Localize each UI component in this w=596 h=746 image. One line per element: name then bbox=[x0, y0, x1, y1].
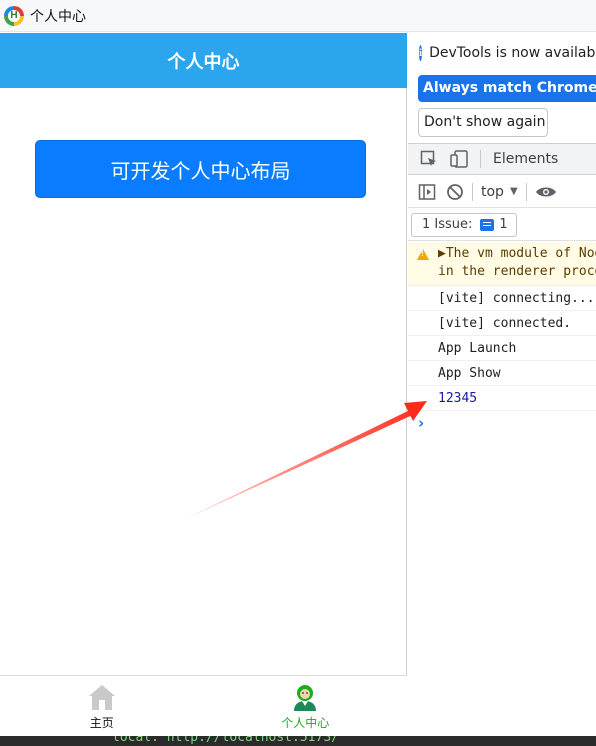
console-log-row: [vite] connecting... bbox=[408, 286, 596, 311]
tab-bar: 主页 个人中心 bbox=[0, 675, 407, 736]
devtools-tab-strip: Elements bbox=[408, 143, 596, 175]
console-log-row: [vite] connected. bbox=[408, 311, 596, 336]
console-log-row: App Launch bbox=[408, 336, 596, 361]
info-icon: i bbox=[419, 45, 423, 61]
tab-elements[interactable]: Elements bbox=[493, 151, 558, 167]
tab-home-label: 主页 bbox=[89, 716, 114, 730]
warning-line-2: in the renderer process bbox=[438, 264, 596, 279]
tab-profile-label: 个人中心 bbox=[281, 716, 330, 730]
console-log-number: 12345 bbox=[408, 386, 596, 411]
tab-separator bbox=[480, 150, 481, 168]
phone-simulator: 个人中心 可开发个人中心布局 主页 个人中心 bbox=[0, 33, 407, 736]
context-selector[interactable]: top ▼ bbox=[481, 184, 518, 200]
device-toolbar-icon[interactable] bbox=[450, 150, 468, 168]
expand-triangle-icon[interactable]: ▶ bbox=[438, 246, 446, 261]
context-value: top bbox=[481, 183, 504, 200]
window-title: 个人中心 bbox=[30, 8, 86, 25]
console-output: ▶The vm module of Node.js is deprecated … bbox=[408, 242, 596, 435]
background-terminal-strip: local: http://localhost:5173/ bbox=[0, 736, 596, 746]
dont-show-again-button[interactable]: Don't show again bbox=[418, 108, 548, 137]
clear-console-icon[interactable] bbox=[446, 183, 464, 201]
banner-text: DevTools is now available in Chinese! bbox=[429, 45, 596, 61]
warning-icon bbox=[417, 249, 429, 260]
live-expression-eye-icon[interactable] bbox=[535, 185, 557, 199]
warning-line-1: The vm module of Node.js is deprecated bbox=[445, 246, 596, 261]
page-title: 个人中心 bbox=[167, 51, 240, 73]
window-titlebar: H 个人中心 bbox=[0, 0, 596, 32]
devtools-panel: i DevTools is now available in Chinese! … bbox=[408, 33, 596, 736]
home-icon bbox=[88, 685, 115, 710]
always-match-language-button[interactable]: Always match Chrome's language bbox=[418, 75, 596, 102]
console-prompt[interactable]: › bbox=[408, 411, 596, 435]
issues-label: 1 Issue: bbox=[422, 217, 473, 232]
user-avatar-icon bbox=[294, 685, 317, 711]
background-terminal-text: local: http://localhost:5173/ bbox=[112, 736, 339, 745]
develop-profile-layout-button[interactable]: 可开发个人中心布局 bbox=[35, 140, 366, 198]
logo-letter: H bbox=[10, 9, 18, 21]
navigation-bar: 个人中心 bbox=[0, 33, 407, 88]
tab-home[interactable]: 主页 bbox=[0, 676, 204, 736]
tab-profile[interactable]: 个人中心 bbox=[204, 676, 408, 736]
caret-down-icon: ▼ bbox=[509, 186, 518, 197]
warning-message[interactable]: ▶The vm module of Node.js is deprecated bbox=[438, 246, 596, 261]
issues-button[interactable]: 1 Issue: 1 bbox=[411, 212, 517, 237]
sidebar-toggle-icon[interactable] bbox=[418, 183, 436, 201]
issue-message-icon bbox=[480, 218, 495, 231]
console-warning: ▶The vm module of Node.js is deprecated … bbox=[408, 242, 596, 286]
devtools-language-banner: i DevTools is now available in Chinese! bbox=[408, 33, 596, 73]
toolbar-separator-2 bbox=[525, 182, 527, 201]
hbuilder-logo-icon: H bbox=[4, 5, 24, 26]
toolbar-separator bbox=[472, 182, 473, 201]
issues-bar: 1 Issue: 1 bbox=[408, 209, 596, 241]
console-log-row: App Show bbox=[408, 361, 596, 386]
inspect-element-icon[interactable] bbox=[420, 150, 438, 168]
console-toolbar: top ▼ bbox=[408, 176, 596, 208]
issues-count: 1 bbox=[499, 217, 508, 232]
